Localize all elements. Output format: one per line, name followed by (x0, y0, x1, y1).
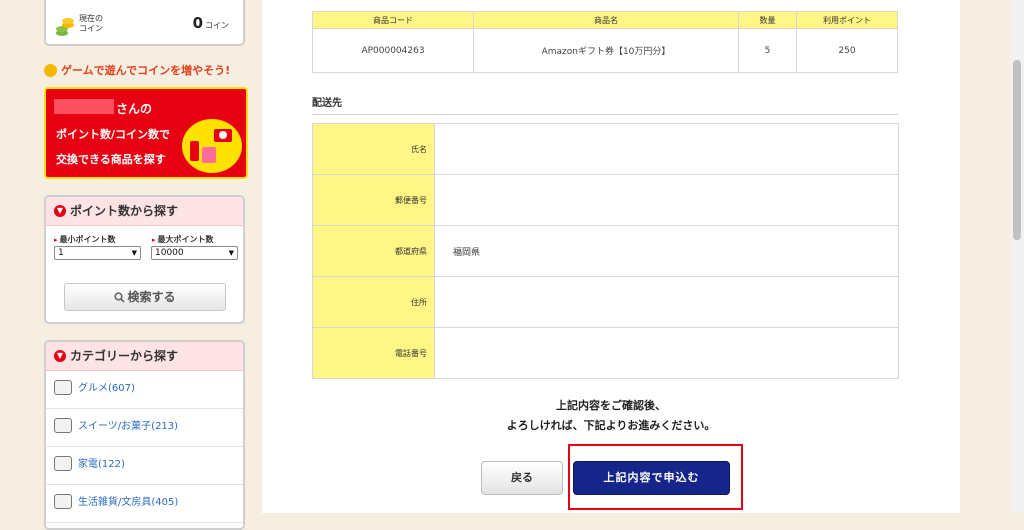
quantity: 5 (738, 28, 797, 73)
exchangeable-items-banner[interactable]: さんの ポイント数/コイン数で 交換できる商品を探す (44, 87, 248, 179)
confirm-message: 上記内容をご確認後、 よろしければ、下記よりお進みください。 (506, 399, 716, 432)
point-search-panel: ▼ポイント数から探す 最小ポイント数 最大ポイント数 1▼ 10000▼ 検索す… (44, 195, 245, 324)
min-points-select[interactable]: 1 ▼ (54, 246, 141, 260)
name-label: 氏名 (312, 123, 435, 175)
food-icon (54, 379, 72, 395)
shipping-section-title: 配送先 (312, 94, 898, 115)
point-search-title: ▼ ポイント数から探す (46, 197, 243, 226)
coin-stack-icon (56, 18, 74, 36)
chevron-down-icon: ▼ (54, 204, 66, 217)
sun-icon (44, 63, 57, 77)
search-icon (114, 292, 126, 303)
scrollbar[interactable] (1010, 0, 1024, 513)
tv-icon (54, 455, 72, 471)
phone-label: 電話番号 (312, 327, 435, 379)
table-row: 氏名 (312, 123, 899, 175)
stationery-icon (54, 493, 72, 509)
table-row: 郵便番号 (312, 174, 899, 226)
postal-code-value (434, 174, 899, 226)
postal-code-label: 郵便番号 (312, 174, 435, 226)
order-table: 商品コード 商品名 数量 利用ポイント AP000004263 Amazonギフ… (312, 11, 898, 73)
shipping-table: 氏名 郵便番号 都道府県 福岡県 住所 電話番号 (312, 123, 899, 379)
shopping-bag-icon (182, 119, 242, 173)
dropdown-arrow-icon: ▼ (131, 249, 137, 257)
chevron-down-icon: ▼ (54, 349, 66, 362)
product-code: AP000004263 (312, 28, 474, 73)
submit-button[interactable]: 上記内容で申込む (573, 461, 730, 495)
address-value (434, 276, 899, 328)
max-points-select[interactable]: 10000 ▼ (151, 246, 238, 260)
back-button[interactable]: 戻る (481, 461, 563, 495)
banner-line2: 交換できる商品を探す (56, 153, 166, 166)
category-item-electronics[interactable]: 家電(122) (46, 447, 243, 485)
coin-amount: 0 コイン (192, 14, 229, 32)
table-row: AP000004263 Amazonギフト券【10万円分】 5 250 (312, 28, 898, 73)
table-row: 住所 (312, 276, 899, 328)
header-product-name: 商品名 (473, 11, 739, 29)
category-item-sweets[interactable]: スイーツ/お菓子(213) (46, 409, 243, 447)
min-points-label: 最小ポイント数 (54, 234, 116, 245)
cake-icon (54, 417, 72, 433)
category-title: ▼ カテゴリーから探す (46, 342, 243, 371)
category-panel: ▼ カテゴリーから探す グルメ(607) スイーツ/お菓子(213) 家電(122… (44, 340, 245, 530)
main-content: 商品コード 商品名 数量 利用ポイント AP000004263 Amazonギフ… (262, 0, 960, 513)
max-points-label: 最大ポイント数 (152, 234, 214, 245)
header-points: 利用ポイント (796, 11, 898, 29)
header-quantity: 数量 (738, 11, 797, 29)
table-row: 電話番号 (312, 327, 899, 379)
prefecture-value: 福岡県 (434, 225, 899, 277)
address-label: 住所 (312, 276, 435, 328)
used-points: 250 (796, 28, 898, 73)
search-button[interactable]: 検索する (64, 283, 226, 311)
dropdown-arrow-icon: ▼ (228, 249, 234, 257)
banner-name-suffix: さんの (116, 102, 153, 116)
prefecture-label: 都道府県 (312, 225, 435, 277)
username-redacted (54, 99, 114, 114)
category-item-gourmet[interactable]: グルメ(607) (46, 371, 243, 409)
category-item-stationery[interactable]: 生活雑貨/文房具(405) (46, 485, 243, 523)
coin-label: 現在の コイン (79, 14, 103, 33)
table-row: 都道府県 福岡県 (312, 225, 899, 277)
product-name: Amazonギフト券【10万円分】 (473, 28, 739, 73)
phone-value (434, 327, 899, 379)
game-link[interactable]: ゲームで遊んでコインを増やそう! (44, 62, 230, 78)
banner-line1: ポイント数/コイン数で (56, 128, 171, 141)
name-value (434, 123, 899, 175)
order-table-header: 商品コード 商品名 数量 利用ポイント (312, 11, 898, 29)
header-product-code: 商品コード (312, 11, 474, 29)
scrollbar-thumb[interactable] (1013, 60, 1021, 240)
coin-balance-box: 現在の コイン 0 コイン (44, 0, 245, 46)
